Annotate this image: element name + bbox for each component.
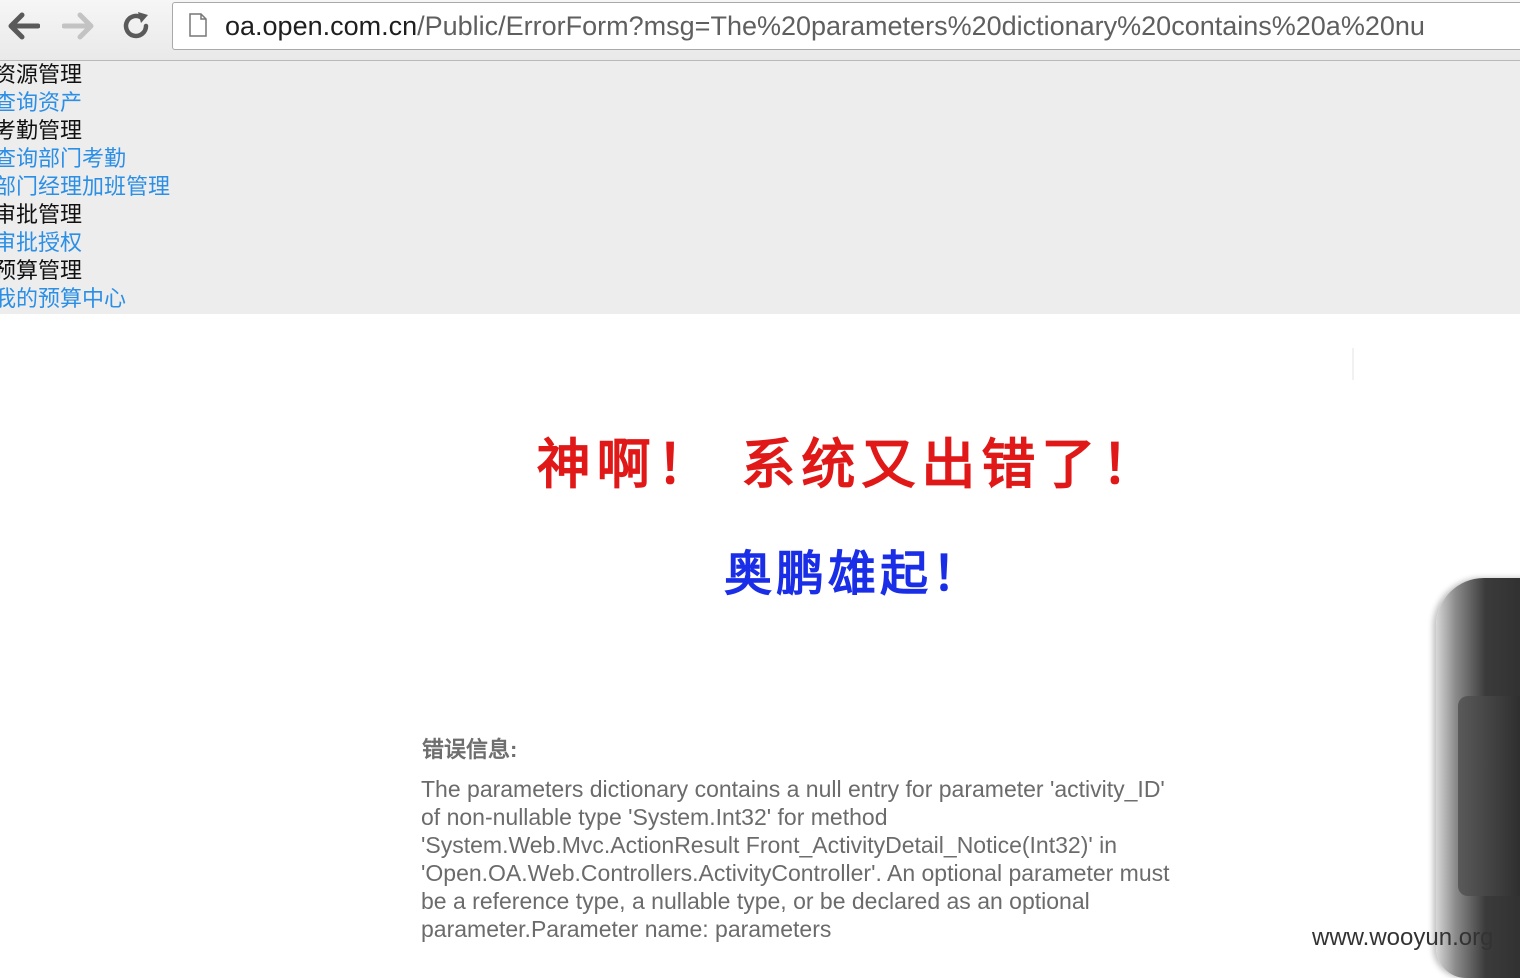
page-icon: [189, 13, 207, 37]
url-path: /Public/ErrorForm?msg=The%20parameters%2…: [417, 11, 1425, 41]
menu-heading-budget: 预算管理: [0, 258, 83, 283]
reload-button[interactable]: [116, 8, 156, 44]
menu-link-manager-overtime[interactable]: 部门经理加班管理: [0, 173, 170, 201]
divider: [1352, 348, 1354, 380]
side-menu: 资源管理 查询资产 考勤管理 查询部门考勤 部门经理加班管理 审批管理 审批授权…: [0, 61, 1520, 314]
url-text: oa.open.com.cn/Public/ErrorForm?msg=The%…: [225, 11, 1425, 42]
browser-toolbar: oa.open.com.cn/Public/ErrorForm?msg=The%…: [0, 0, 1520, 61]
url-host: oa.open.com.cn: [225, 11, 418, 41]
arrow-right-icon: [62, 12, 94, 40]
error-line: The parameters dictionary contains a nul…: [421, 776, 1165, 802]
error-message: The parameters dictionary contains a nul…: [421, 775, 1221, 943]
device-screen: [1458, 696, 1520, 896]
banner-sub-text: 奥鹏雄起！: [723, 546, 984, 602]
arrow-left-icon: [8, 12, 40, 40]
menu-link-approval-auth[interactable]: 审批授权: [0, 229, 82, 257]
error-line: of non-nullable type 'System.Int32' for …: [421, 804, 888, 830]
device-illustration: [1436, 578, 1520, 978]
menu-heading-resources: 资源管理: [0, 62, 83, 87]
error-line: 'System.Web.Mvc.ActionResult Front_Activ…: [421, 832, 1118, 858]
forward-button[interactable]: [58, 8, 98, 44]
menu-link-query-assets[interactable]: 查询资产: [0, 89, 82, 117]
reload-icon: [123, 12, 149, 39]
error-label: 错误信息:: [422, 737, 518, 762]
error-line: 'Open.OA.Web.Controllers.ActivityControl…: [421, 860, 1170, 886]
error-line: be a reference type, a nullable type, or…: [421, 888, 1090, 914]
back-button[interactable]: [4, 8, 44, 44]
menu-heading-attendance: 考勤管理: [0, 118, 83, 143]
menu-link-dept-attendance[interactable]: 查询部门考勤: [0, 145, 126, 173]
address-bar[interactable]: oa.open.com.cn/Public/ErrorForm?msg=The%…: [172, 2, 1520, 50]
watermark: www.wooyun.org: [1312, 924, 1494, 951]
error-line: parameter.Parameter name: parameters: [421, 916, 832, 942]
menu-link-my-budget[interactable]: 我的预算中心: [0, 285, 126, 313]
banner-main-text: 神啊！ 系统又出错了！: [536, 432, 1162, 496]
menu-heading-approval: 审批管理: [0, 202, 83, 227]
